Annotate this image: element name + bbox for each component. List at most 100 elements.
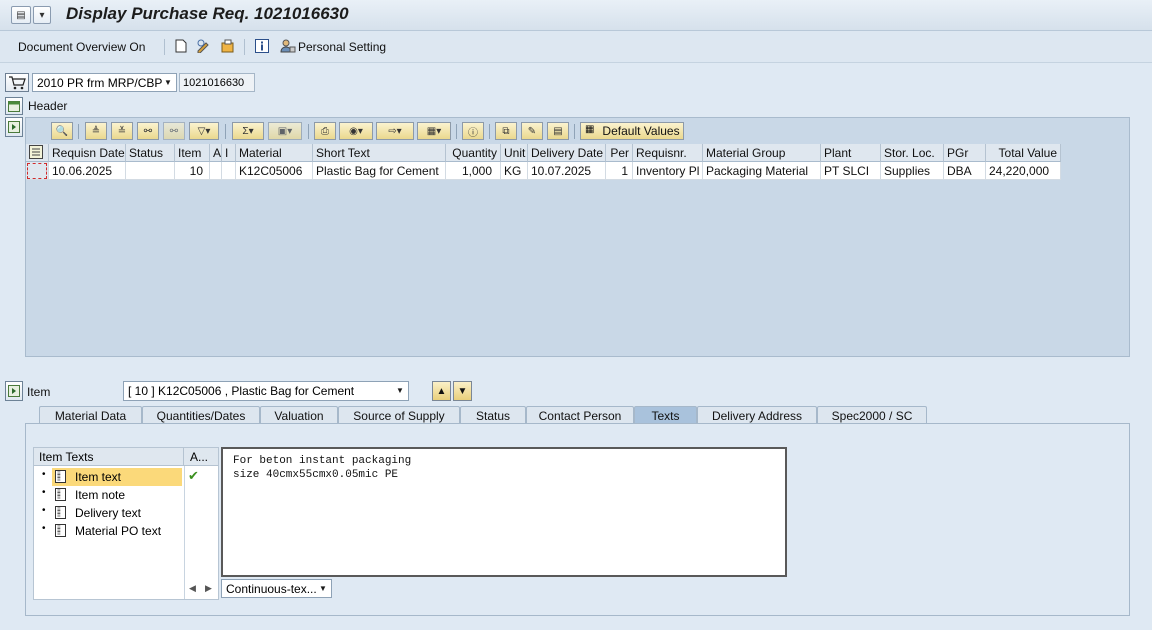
document-icon: ≡ ≡ ≡: [55, 506, 66, 519]
text-editor[interactable]: For beton instant packaging size 40cmx55…: [221, 447, 787, 577]
chevron-down-icon[interactable]: ▼: [317, 582, 329, 595]
text-type-label: Item text: [75, 470, 122, 484]
table-cell[interactable]: Inventory Pl: [633, 162, 703, 180]
col-item[interactable]: Item: [175, 144, 210, 162]
find-next-icon[interactable]: ⚯: [163, 122, 185, 140]
expand-header-icon[interactable]: [5, 97, 23, 115]
filter-icon[interactable]: ▽▾: [189, 122, 219, 140]
tab-delivery-address[interactable]: Delivery Address: [697, 406, 817, 424]
tab-valuation[interactable]: Valuation: [260, 406, 338, 424]
views-icon[interactable]: ◉▾: [339, 122, 373, 140]
col-unit[interactable]: Unit: [501, 144, 528, 162]
tab-quantities-dates[interactable]: Quantities/Dates: [142, 406, 260, 424]
table-cell[interactable]: 1,000: [446, 162, 501, 180]
default-values-label: Default Values: [602, 124, 680, 138]
col-quantity[interactable]: Quantity: [446, 144, 501, 162]
export-icon[interactable]: ⇨▾: [376, 122, 414, 140]
document-type-dropdown[interactable]: 2010 PR frm MRP/CBP ▼: [32, 73, 177, 92]
copy-icon[interactable]: ⧉: [495, 122, 517, 140]
collapse-items-icon[interactable]: [5, 117, 23, 137]
tab-texts[interactable]: Texts: [634, 406, 697, 424]
table-cell[interactable]: KG: [501, 162, 528, 180]
default-values-button[interactable]: ▦ Default Values: [580, 122, 684, 140]
col-total-value[interactable]: Total Value: [986, 144, 1061, 162]
table-cell[interactable]: 10.06.2025: [49, 162, 126, 180]
print-icon[interactable]: ⎙: [314, 122, 336, 140]
col-a[interactable]: A: [210, 144, 222, 162]
item-selector-dropdown[interactable]: [ 10 ] K12C05006 , Plastic Bag for Cemen…: [123, 381, 409, 401]
items-grid-panel: 🔍 ≜ ≚ ⚯ ⚯ ▽▾ Σ▾ ▣▾ ⎙ ◉▾ ⇨▾ ▦▾ ⓘ ⧉ ✎ ▤ ▦ …: [25, 117, 1130, 357]
table-cell[interactable]: DBA: [944, 162, 986, 180]
table-cell[interactable]: Supplies: [881, 162, 944, 180]
col-requisn-date[interactable]: Requisn Date: [49, 144, 126, 162]
table-cell[interactable]: K12C05006: [236, 162, 313, 180]
find-icon[interactable]: ⚯: [137, 122, 159, 140]
document-number-field[interactable]: 1021016630: [179, 73, 255, 92]
next-item-button[interactable]: ▼: [453, 381, 472, 401]
col-stor-loc[interactable]: Stor. Loc.: [881, 144, 944, 162]
previous-item-button[interactable]: ▲: [432, 381, 451, 401]
details-icon[interactable]: 🔍: [51, 122, 73, 140]
list-item[interactable]: • ≡ ≡ ≡ Item text: [42, 468, 182, 486]
display-change-icon[interactable]: [196, 38, 212, 54]
col-requisnr[interactable]: Requisnr.: [633, 144, 703, 162]
tab-contact-person[interactable]: Contact Person: [526, 406, 634, 424]
scroll-right-icon[interactable]: ▶: [205, 583, 212, 594]
col-status[interactable]: Status: [126, 144, 175, 162]
text-type-label: Item note: [75, 488, 126, 502]
col-delivery-date[interactable]: Delivery Date: [528, 144, 606, 162]
chevron-down-icon[interactable]: ▼: [394, 384, 406, 397]
table-cell[interactable]: [126, 162, 175, 180]
personal-setting-button[interactable]: Personal Setting: [298, 40, 386, 54]
subtotal-icon[interactable]: ▣▾: [268, 122, 302, 140]
col-pgr[interactable]: PGr: [944, 144, 986, 162]
table-cell[interactable]: [222, 162, 236, 180]
tab-material-data[interactable]: Material Data: [39, 406, 142, 424]
cart-icon[interactable]: [5, 73, 29, 92]
personal-setting-icon[interactable]: [280, 38, 296, 54]
scroll-left-icon[interactable]: ◀: [189, 583, 196, 594]
collapse-item-detail-icon[interactable]: [5, 381, 23, 401]
title-bar: ▤ ▾ Display Purchase Req. 1021016630: [0, 0, 1152, 31]
sort-ascending-icon[interactable]: ≜: [85, 122, 107, 140]
table-cell[interactable]: 24,220,000: [986, 162, 1061, 180]
horizontal-scroll[interactable]: ◀ ▶: [183, 580, 219, 598]
menu-icon[interactable]: ▤: [11, 6, 31, 24]
table-cell[interactable]: 1: [606, 162, 633, 180]
tab-status[interactable]: Status: [460, 406, 526, 424]
col-plant[interactable]: Plant: [821, 144, 881, 162]
info-icon[interactable]: ⓘ: [462, 122, 484, 140]
table-cell[interactable]: Plastic Bag for Cement: [313, 162, 446, 180]
table-cell[interactable]: Packaging Material: [703, 162, 821, 180]
chevron-down-icon[interactable]: ▼: [162, 76, 174, 89]
layout-icon[interactable]: ▦▾: [417, 122, 451, 140]
col-i[interactable]: I: [222, 144, 236, 162]
bullet: •: [42, 505, 46, 516]
item-label: Item: [27, 385, 51, 399]
text-format-dropdown[interactable]: Continuous-tex... ▼: [221, 579, 332, 598]
table-cell[interactable]: 10: [175, 162, 210, 180]
row-selector[interactable]: [26, 162, 49, 180]
col-per[interactable]: Per: [606, 144, 633, 162]
col-material-group[interactable]: Material Group: [703, 144, 821, 162]
col-short-text[interactable]: Short Text: [313, 144, 446, 162]
sort-descending-icon[interactable]: ≚: [111, 122, 133, 140]
change-icon[interactable]: ✎: [521, 122, 543, 140]
hold-icon[interactable]: [220, 38, 236, 54]
bullet: •: [42, 523, 46, 534]
table-cell[interactable]: PT SLCI: [821, 162, 881, 180]
info-icon[interactable]: [254, 38, 270, 54]
toolbar-separator: [244, 39, 245, 55]
account-assignment-icon[interactable]: ▤: [547, 122, 569, 140]
col-material[interactable]: Material: [236, 144, 313, 162]
tab-source-of-supply[interactable]: Source of Supply: [338, 406, 460, 424]
chevron-down-icon[interactable]: ▾: [33, 6, 51, 24]
select-all-icon[interactable]: [26, 144, 49, 162]
table-cell[interactable]: 10.07.2025: [528, 162, 606, 180]
table-cell[interactable]: [210, 162, 222, 180]
new-document-icon[interactable]: [173, 38, 189, 54]
document-overview-button[interactable]: Document Overview On: [18, 40, 145, 54]
tab-spec2000-sc[interactable]: Spec2000 / SC: [817, 406, 927, 424]
sum-icon[interactable]: Σ▾: [232, 122, 264, 140]
toolbar-separator: [308, 124, 309, 139]
